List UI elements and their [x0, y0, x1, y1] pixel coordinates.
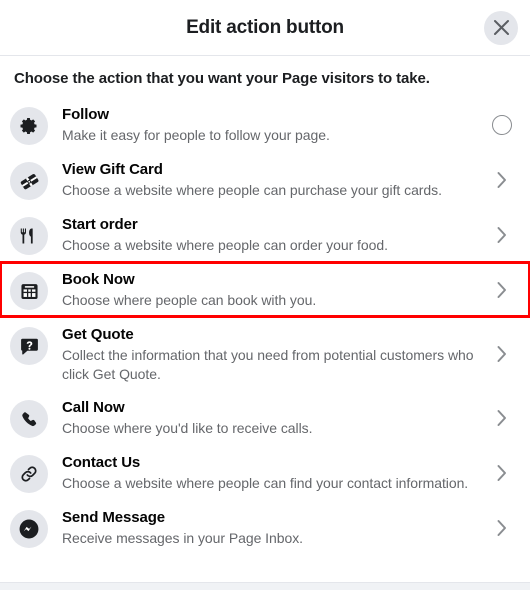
action-row-body: Send Message Receive messages in your Pag…: [48, 506, 488, 548]
action-title: View Gift Card: [62, 161, 163, 178]
action-control-chevron: [488, 344, 516, 364]
close-icon: [493, 19, 510, 36]
action-row-body: Book Now Choose where people can book wit…: [48, 268, 488, 310]
action-row[interactable]: Send Message Receive messages in your Pag…: [0, 500, 530, 555]
list-bottom-edge: [0, 582, 530, 590]
chevron-right-icon[interactable]: [496, 463, 508, 483]
action-row[interactable]: View Gift Card Choose a website where peo…: [0, 152, 530, 207]
chevron-right-icon[interactable]: [496, 408, 508, 428]
fork-knife-icon: [10, 217, 48, 255]
action-title: Call Now: [62, 399, 125, 416]
chevron-right-icon[interactable]: [496, 280, 508, 300]
chevron-right-icon[interactable]: [496, 225, 508, 245]
action-title: Send Message: [62, 509, 166, 526]
action-title: Contact Us: [62, 454, 141, 471]
action-row-body: Call Now Choose where you'd like to recei…: [48, 396, 488, 438]
action-title: Book Now: [62, 271, 135, 288]
action-title: Start order: [62, 216, 138, 233]
link-icon: [10, 455, 48, 493]
action-row-body: Get Quote Collect the information that yo…: [48, 323, 488, 384]
chevron-right-icon[interactable]: [496, 344, 508, 364]
action-control-chevron: [488, 463, 516, 483]
action-row-body: Start order Choose a website where people…: [48, 213, 488, 255]
action-description: Choose a website where people can purcha…: [62, 182, 442, 198]
dialog-header: Edit action button: [0, 0, 530, 56]
question-bubble-icon: [10, 327, 48, 365]
action-row[interactable]: Book Now Choose where people can book wit…: [0, 261, 530, 318]
action-control-radio: [488, 114, 516, 135]
action-row-body: Contact Us Choose a website where people …: [48, 451, 488, 493]
action-description: Choose where people can book with you.: [62, 292, 317, 308]
phone-icon: [10, 400, 48, 438]
action-row[interactable]: Get Quote Collect the information that yo…: [0, 317, 530, 390]
gift-card-icon: [10, 162, 48, 200]
action-description: Receive messages in your Page Inbox.: [62, 530, 303, 546]
gear-icon: [10, 107, 48, 145]
action-row[interactable]: Follow Make it easy for people to follow …: [0, 97, 530, 152]
action-description: Collect the information that you need fr…: [62, 347, 474, 382]
action-description: Choose where you'd like to receive calls…: [62, 420, 313, 436]
action-row-body: View Gift Card Choose a website where peo…: [48, 158, 488, 200]
action-description: Choose a website where people can order …: [62, 237, 388, 253]
action-title: Follow: [62, 106, 109, 123]
chevron-right-icon[interactable]: [496, 518, 508, 538]
chevron-right-icon[interactable]: [496, 170, 508, 190]
dialog-title: Edit action button: [186, 16, 344, 38]
action-control-chevron: [488, 518, 516, 538]
calendar-icon: [10, 272, 48, 310]
action-row[interactable]: Call Now Choose where you'd like to recei…: [0, 390, 530, 445]
radio-button[interactable]: [492, 114, 512, 135]
action-list: Follow Make it easy for people to follow …: [0, 97, 530, 590]
action-description: Make it easy for people to follow your p…: [62, 127, 330, 143]
action-control-chevron: [488, 280, 516, 300]
action-control-chevron: [488, 408, 516, 428]
edit-action-button-dialog: Edit action button Choose the action tha…: [0, 0, 530, 590]
action-control-chevron: [488, 225, 516, 245]
action-description: Choose a website where people can find y…: [62, 475, 469, 491]
action-row[interactable]: Contact Us Choose a website where people …: [0, 445, 530, 500]
close-button[interactable]: [484, 10, 518, 45]
messenger-icon: [10, 510, 48, 548]
action-row-body: Follow Make it easy for people to follow …: [48, 103, 488, 145]
action-title: Get Quote: [62, 326, 134, 343]
dialog-subtitle: Choose the action that you want your Pag…: [14, 70, 430, 87]
action-row[interactable]: Start order Choose a website where people…: [0, 207, 530, 262]
action-control-chevron: [488, 170, 516, 190]
